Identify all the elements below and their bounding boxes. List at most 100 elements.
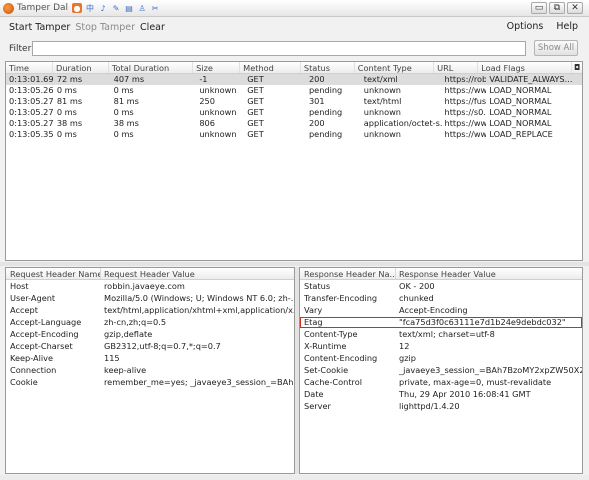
column-header-load-flags[interactable]: Load Flags bbox=[478, 62, 573, 73]
column-header-url[interactable]: URL bbox=[434, 62, 479, 73]
column-header-time[interactable]: Time bbox=[6, 62, 54, 73]
header-value: lighttpd/1.4.20 bbox=[399, 401, 460, 411]
ime-chinese-icon[interactable]: 中 bbox=[85, 3, 95, 13]
cell-method: GET bbox=[247, 129, 264, 139]
cell-duration: 38 ms bbox=[56, 118, 83, 128]
pen-icon[interactable]: ✎ bbox=[111, 3, 121, 13]
column-header-method[interactable]: Method bbox=[240, 62, 301, 73]
maximize-button[interactable]: ⧉ bbox=[549, 2, 565, 14]
column-header-content-type[interactable]: Content Type bbox=[355, 62, 435, 73]
show-all-button[interactable]: Show All bbox=[534, 40, 578, 56]
header-name: X-Runtime bbox=[304, 341, 347, 351]
keyboard-icon[interactable]: ▤ bbox=[124, 3, 134, 13]
header-value: OK - 200 bbox=[399, 281, 435, 291]
column-header-status[interactable]: Status bbox=[301, 62, 355, 73]
response-header-row-etag[interactable]: Etag "fca75d3f0c63111e7d1b24e9debdc032" bbox=[300, 317, 582, 328]
cell-url: https://rob... bbox=[444, 74, 487, 84]
request-header-row[interactable]: Keep-Alive 115 bbox=[6, 353, 294, 364]
start-tamper-button[interactable]: Start Tamper bbox=[9, 22, 70, 33]
response-header-row[interactable]: Content-Encoding gzip bbox=[300, 353, 582, 364]
cell-total-duration: 0 ms bbox=[113, 107, 134, 117]
cell-status: pending bbox=[308, 129, 343, 139]
header-name: Etag bbox=[304, 317, 323, 327]
horizontal-splitter[interactable] bbox=[0, 262, 589, 266]
header-value: robbin.javaeye.com bbox=[104, 281, 185, 291]
firefox-app-icon bbox=[3, 2, 14, 14]
header-value: gzip bbox=[399, 353, 416, 363]
table-row[interactable]: 0:13:05.261 0 ms 0 ms unknown GET pendin… bbox=[6, 85, 582, 96]
header-value: zh-cn,zh;q=0.5 bbox=[104, 317, 167, 327]
cell-total-duration: 38 ms bbox=[113, 118, 139, 128]
header-value: _javaeye3_session_=BAh7BzoMY2xpZW50X2lkI… bbox=[399, 365, 582, 375]
response-header-row[interactable]: Server lighttpd/1.4.20 bbox=[300, 401, 582, 412]
cell-total-duration: 407 ms bbox=[113, 74, 145, 84]
tamper-icon[interactable]: ● bbox=[72, 3, 83, 13]
header-value: 12 bbox=[399, 341, 410, 351]
cell-total-duration: 0 ms bbox=[113, 85, 134, 95]
request-header-row[interactable]: Host robbin.javaeye.com bbox=[6, 281, 294, 292]
response-headers-pane: Response Header Na... Response Header Va… bbox=[299, 267, 583, 474]
request-header-name-column[interactable]: Request Header Name bbox=[6, 268, 101, 279]
cell-url: https://ww... bbox=[444, 85, 487, 95]
response-header-value-column[interactable]: Response Header Value bbox=[396, 268, 582, 279]
response-header-row[interactable]: Status OK - 200 bbox=[300, 281, 582, 292]
cell-load-flags: LOAD_NORMAL bbox=[489, 107, 552, 117]
response-header-row[interactable]: Transfer-Encoding chunked bbox=[300, 293, 582, 304]
request-header-row[interactable]: Accept text/html,application/xhtml+xml,a… bbox=[6, 305, 294, 316]
wrench-icon[interactable]: ✂ bbox=[150, 3, 160, 13]
cell-time: 0:13:01.691 bbox=[9, 74, 54, 84]
response-header-row[interactable]: Set-Cookie _javaeye3_session_=BAh7BzoMY2… bbox=[300, 365, 582, 376]
header-value: GB2312,utf-8;q=0.7,*;q=0.7 bbox=[104, 341, 221, 351]
cell-status: 200 bbox=[308, 74, 325, 84]
header-name: Transfer-Encoding bbox=[304, 293, 378, 303]
cell-content-type: unknown bbox=[363, 85, 401, 95]
header-name: Content-Type bbox=[304, 329, 358, 339]
response-header-row[interactable]: Date Thu, 29 Apr 2010 16:08:41 GMT bbox=[300, 389, 582, 400]
response-header-row[interactable]: X-Runtime 12 bbox=[300, 341, 582, 352]
cell-status: 301 bbox=[308, 96, 325, 106]
response-header-name-column[interactable]: Response Header Na... bbox=[300, 268, 396, 279]
stop-tamper-button[interactable]: Stop Tamper bbox=[75, 22, 135, 33]
response-header-row[interactable]: Cache-Control private, max-age=0, must-r… bbox=[300, 377, 582, 388]
minimize-button[interactable]: ▭ bbox=[531, 2, 547, 14]
header-name: Accept-Language bbox=[10, 317, 82, 327]
cell-status: pending bbox=[308, 107, 343, 117]
table-row[interactable]: 0:13:05.276 38 ms 38 ms 806 GET 200 appl… bbox=[6, 118, 582, 129]
column-header-size[interactable]: Size bbox=[193, 62, 241, 73]
help-menu[interactable]: Help bbox=[556, 21, 578, 32]
clear-button[interactable]: Clear bbox=[140, 22, 165, 33]
user-icon[interactable]: ♙ bbox=[137, 3, 147, 13]
requests-table: Time Duration Total Duration Size Method… bbox=[5, 61, 583, 261]
cell-time: 0:13:05.355 bbox=[9, 129, 54, 139]
column-header-total-duration[interactable]: Total Duration bbox=[109, 62, 194, 73]
request-header-row[interactable]: Accept-Language zh-cn,zh;q=0.5 bbox=[6, 317, 294, 328]
request-header-row[interactable]: Accept-Charset GB2312,utf-8;q=0.7,*;q=0.… bbox=[6, 341, 294, 352]
header-value: keep-alive bbox=[104, 365, 147, 375]
table-row[interactable]: 0:13:01.691 72 ms 407 ms -1 GET 200 text… bbox=[6, 74, 582, 85]
column-header-duration[interactable]: Duration bbox=[53, 62, 109, 73]
table-row[interactable]: 0:13:05.355 0 ms 0 ms unknown GET pendin… bbox=[6, 129, 582, 140]
request-header-row[interactable]: Accept-Encoding gzip,deflate bbox=[6, 329, 294, 340]
options-menu[interactable]: Options bbox=[507, 21, 544, 32]
moon-icon[interactable]: ♪ bbox=[98, 3, 108, 13]
cell-url: https://s0... bbox=[444, 107, 487, 117]
request-header-row[interactable]: User-Agent Mozilla/5.0 (Windows; U; Wind… bbox=[6, 293, 294, 304]
table-row[interactable]: 0:13:05.272 81 ms 81 ms 250 GET 301 text… bbox=[6, 96, 582, 107]
request-header-row[interactable]: Connection keep-alive bbox=[6, 365, 294, 376]
header-name: Keep-Alive bbox=[10, 353, 54, 363]
filter-input[interactable] bbox=[32, 41, 526, 56]
request-header-row[interactable]: Cookie remember_me=yes; _javaeye3_sessio… bbox=[6, 377, 294, 388]
close-button[interactable]: ✕ bbox=[567, 2, 583, 14]
table-row[interactable]: 0:13:05.275 0 ms 0 ms unknown GET pendin… bbox=[6, 107, 582, 118]
response-header-row[interactable]: Content-Type text/xml; charset=utf-8 bbox=[300, 329, 582, 340]
request-header-value-column[interactable]: Request Header Value bbox=[101, 268, 294, 279]
cell-load-flags: LOAD_REPLACE bbox=[489, 129, 553, 139]
window-title: Tamper Dal bbox=[17, 3, 69, 13]
cell-method: GET bbox=[247, 85, 264, 95]
cell-size: 250 bbox=[199, 96, 215, 106]
cell-url: https://ww... bbox=[444, 129, 487, 139]
header-name: User-Agent bbox=[10, 293, 56, 303]
response-header-row[interactable]: Vary Accept-Encoding bbox=[300, 305, 582, 316]
filter-label: Filter bbox=[9, 44, 32, 54]
column-picker-icon[interactable]: ◘ bbox=[572, 62, 582, 73]
